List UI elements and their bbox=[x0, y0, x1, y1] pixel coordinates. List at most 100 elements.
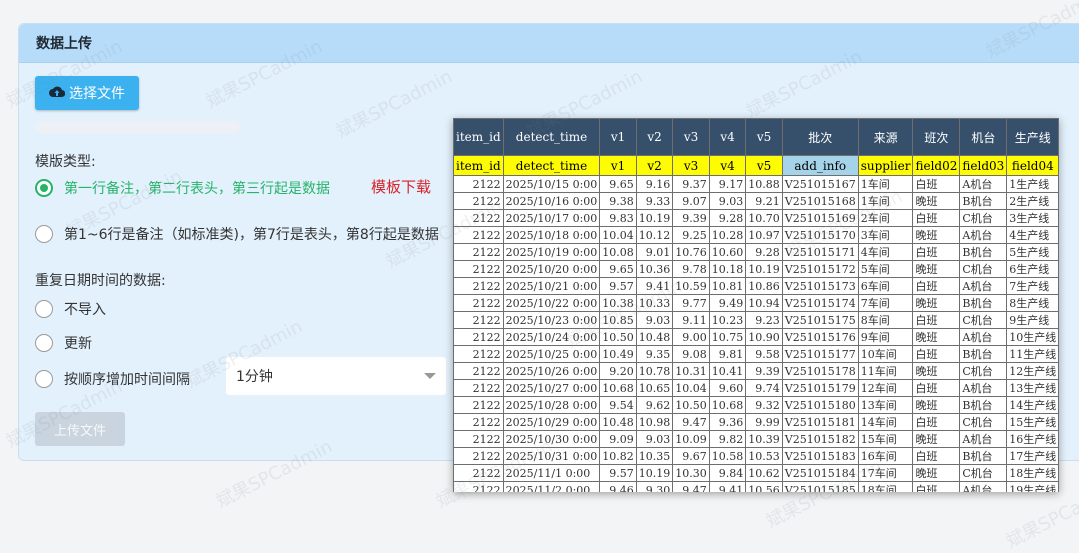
table-cell: 9.47 bbox=[672, 413, 710, 431]
table-cell: 17生产线 bbox=[1006, 447, 1059, 465]
table-cell: 10.39 bbox=[745, 430, 783, 448]
table-cell: 5生产线 bbox=[1006, 243, 1059, 261]
radio-button[interactable] bbox=[35, 334, 53, 352]
table-cell: 10.28 bbox=[708, 226, 747, 244]
table-row: 2122 2025/10/29 0:00 10.48 10.98 9.47 9.36 9.9… bbox=[453, 413, 1059, 431]
table-cell: 4车间 bbox=[857, 243, 914, 261]
table-cell: 10.19 bbox=[635, 209, 674, 227]
table-cell: 10.33 bbox=[635, 294, 674, 312]
table-cell: V251015168 bbox=[781, 192, 859, 210]
radio-button[interactable] bbox=[35, 300, 53, 318]
field-name-cell: v2 bbox=[635, 155, 674, 176]
table-cell: 6生产线 bbox=[1006, 260, 1059, 278]
table-cell: 晚班 bbox=[912, 464, 961, 482]
table-cell: 13生产线 bbox=[1006, 379, 1059, 397]
table-cell: 10.78 bbox=[635, 362, 674, 380]
upload-button[interactable]: 上传文件 bbox=[35, 412, 125, 446]
table-cell: 16车间 bbox=[857, 447, 914, 465]
table-cell: 10.04 bbox=[672, 379, 710, 397]
table-cell: 9.57 bbox=[599, 277, 637, 295]
table-cell: V251015183 bbox=[781, 447, 859, 465]
table-cell: 9生产线 bbox=[1006, 311, 1059, 329]
table-cell: 10.82 bbox=[599, 447, 637, 465]
table-row: 2122 2025/10/28 0:00 9.54 9.62 10.50 10.68 9.3… bbox=[453, 396, 1059, 414]
duplicate-option-skip[interactable]: 不导入 bbox=[35, 299, 106, 319]
table-cell: 9.03 bbox=[708, 192, 747, 210]
table-cell: 14生产线 bbox=[1006, 396, 1059, 414]
table-cell: 9.57 bbox=[599, 464, 637, 482]
table-cell: 9.65 bbox=[599, 260, 637, 278]
table-row: 2122 2025/10/19 0:00 10.08 9.01 10.76 10.60 9.… bbox=[453, 243, 1059, 261]
table-cell: 9.67 bbox=[672, 447, 710, 465]
table-cell: V251015179 bbox=[781, 379, 859, 397]
table-cell: 4生产线 bbox=[1006, 226, 1059, 244]
table-cell: 15生产线 bbox=[1006, 413, 1059, 431]
radio-button[interactable] bbox=[35, 370, 53, 388]
table-cell: 9.39 bbox=[672, 209, 710, 227]
duplicate-option-interval[interactable]: 按顺序增加时间间隔 bbox=[35, 369, 190, 389]
table-cell: 9.36 bbox=[708, 413, 747, 431]
table-cell: 3生产线 bbox=[1006, 209, 1059, 227]
template-option-1[interactable]: 第一行备注，第二行表头，第三行起是数据 bbox=[35, 178, 330, 198]
table-cell: 2025/10/26 0:00 bbox=[502, 362, 601, 380]
table-row: 2122 2025/10/20 0:00 9.65 10.36 9.78 10.18 10.… bbox=[453, 260, 1059, 278]
table-cell: 9.01 bbox=[635, 243, 674, 261]
table-cell: 2025/10/22 0:00 bbox=[502, 294, 601, 312]
table-cell: 白班 bbox=[912, 209, 961, 227]
duplicate-option-update[interactable]: 更新 bbox=[35, 333, 92, 353]
table-cell: 8生产线 bbox=[1006, 294, 1059, 312]
table-cell: 7车间 bbox=[857, 294, 914, 312]
table-cell: 10.81 bbox=[708, 277, 747, 295]
table-cell: 9.41 bbox=[635, 277, 674, 295]
table-cell: V251015169 bbox=[781, 209, 859, 227]
table-cell: B机台 bbox=[959, 345, 1008, 363]
table-cell: 2025/10/27 0:00 bbox=[502, 379, 601, 397]
column-header: 生产线 bbox=[1006, 118, 1059, 156]
sample-spreadsheet: item_id detect_time v1 v2 v3 v4 v5 批次 来源 班次 机台 生产线 … bbox=[453, 118, 1059, 492]
table-cell: 5车间 bbox=[857, 260, 914, 278]
field-name-cell: field03 bbox=[959, 155, 1008, 176]
table-cell: 10.36 bbox=[635, 260, 674, 278]
table-cell: V251015182 bbox=[781, 430, 859, 448]
table-cell: A机台 bbox=[959, 175, 1008, 193]
radio-button[interactable] bbox=[35, 225, 53, 243]
template-option-2[interactable]: 第1~6行是备注（如标准类)，第7行是表头，第8行起是数据 bbox=[35, 224, 439, 244]
table-cell: 2025/10/21 0:00 bbox=[502, 277, 601, 295]
table-cell: 2025/10/29 0:00 bbox=[502, 413, 601, 431]
duplicate-label: 重复日期时间的数据: bbox=[35, 273, 166, 289]
template-option-1-label: 第一行备注，第二行表头，第三行起是数据 bbox=[64, 181, 330, 197]
table-cell: 10生产线 bbox=[1006, 328, 1059, 346]
field-name-cell: field02 bbox=[912, 155, 961, 176]
table-cell: 10.65 bbox=[635, 379, 674, 397]
table-cell: 2122 bbox=[453, 328, 504, 346]
table-cell: V251015171 bbox=[781, 243, 859, 261]
table-cell: 2122 bbox=[453, 294, 504, 312]
column-header: v5 bbox=[745, 118, 783, 156]
select-file-button[interactable]: 选择文件 bbox=[35, 76, 139, 110]
field-name-cell: item_id bbox=[453, 155, 504, 176]
table-cell: 2122 bbox=[453, 379, 504, 397]
table-cell: 10.68 bbox=[599, 379, 637, 397]
select-file-label: 选择文件 bbox=[69, 86, 125, 102]
table-cell: 白班 bbox=[912, 413, 961, 431]
table-cell: 3车间 bbox=[857, 226, 914, 244]
table-cell: 10.85 bbox=[599, 311, 637, 329]
table-row: 2122 2025/10/17 0:00 9.83 10.19 9.39 9.28 10.7… bbox=[453, 209, 1059, 227]
table-cell: 10.18 bbox=[708, 260, 747, 278]
table-cell: 10.58 bbox=[708, 447, 747, 465]
table-cell: 2122 bbox=[453, 311, 504, 329]
duplicate-option-skip-label: 不导入 bbox=[64, 302, 106, 318]
table-cell: 9.46 bbox=[599, 481, 637, 492]
column-header: v1 bbox=[599, 118, 637, 156]
table-cell: 2025/10/25 0:00 bbox=[502, 345, 601, 363]
table-cell: 9.07 bbox=[672, 192, 710, 210]
table-cell: 2122 bbox=[453, 464, 504, 482]
table-cell: 9.81 bbox=[708, 345, 747, 363]
template-download-link[interactable]: 模板下载 bbox=[371, 176, 431, 197]
table-cell: V251015177 bbox=[781, 345, 859, 363]
table-cell: 9.03 bbox=[635, 430, 674, 448]
table-cell: 10.41 bbox=[708, 362, 747, 380]
table-cell: 白班 bbox=[912, 379, 961, 397]
interval-select[interactable]: 1分钟 bbox=[226, 357, 446, 395]
radio-button[interactable] bbox=[35, 179, 53, 197]
